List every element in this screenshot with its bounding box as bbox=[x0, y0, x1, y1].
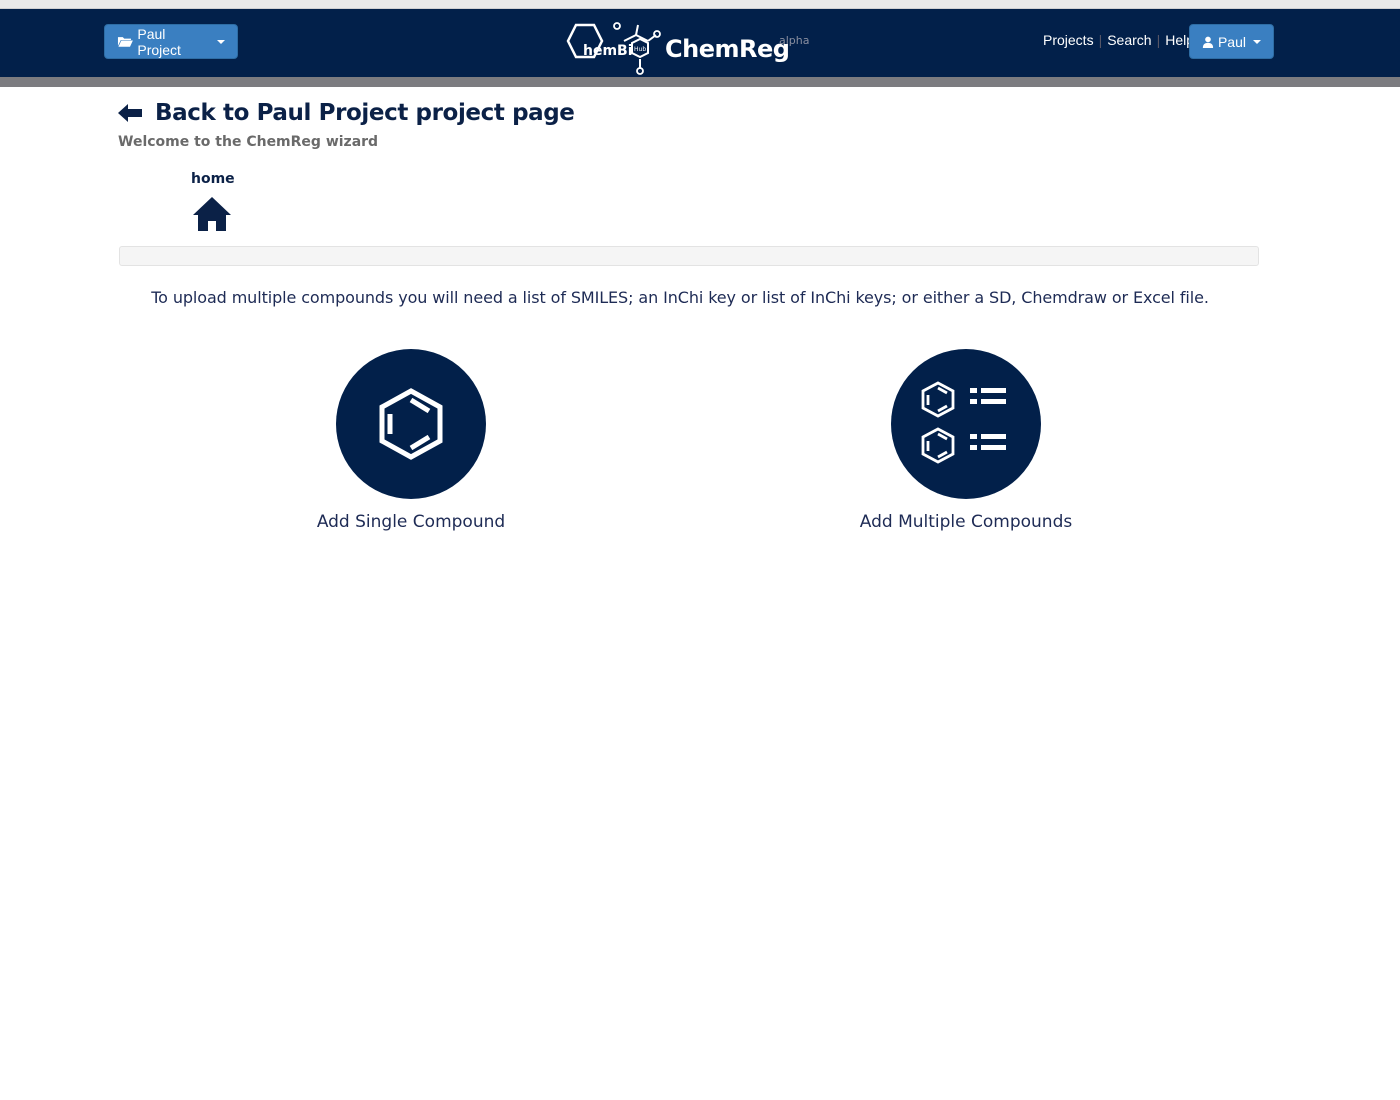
home-icon[interactable] bbox=[192, 196, 232, 232]
browser-tab-strip bbox=[0, 0, 1400, 9]
arrow-left-icon bbox=[118, 104, 142, 122]
top-navbar: Paul Project hemBi Hub ChemReg alpha Pro… bbox=[0, 9, 1400, 77]
add-single-compound-button[interactable] bbox=[336, 349, 486, 499]
logo-text: hemBi bbox=[583, 43, 633, 59]
add-single-compound-option[interactable]: Add Single Compound bbox=[261, 349, 561, 532]
add-multiple-compounds-option[interactable]: Add Multiple Compounds bbox=[816, 349, 1116, 532]
wizard-progress-bar bbox=[119, 246, 1259, 266]
benzene-list-icon bbox=[921, 381, 1006, 464]
folder-open-icon bbox=[117, 37, 133, 47]
nav-separator: | bbox=[1156, 32, 1161, 48]
chembiohub-logo[interactable]: hemBi Hub ChemReg alpha bbox=[566, 21, 826, 77]
welcome-subtitle: Welcome to the ChemReg wizard bbox=[118, 134, 379, 150]
nav-link-search[interactable]: Search bbox=[1107, 32, 1151, 48]
benzene-icon bbox=[379, 388, 443, 460]
brand-tag: alpha bbox=[779, 34, 810, 47]
nav-links: Projects | Search | Help bbox=[1043, 32, 1194, 48]
logo-hexagon-icon: hemBi Hub bbox=[566, 22, 661, 75]
add-single-compound-label: Add Single Compound bbox=[316, 512, 506, 532]
back-link-label: Back to Paul Project project page bbox=[155, 100, 575, 126]
chevron-down-icon bbox=[1253, 39, 1261, 44]
project-dropdown-button[interactable]: Paul Project bbox=[104, 24, 238, 59]
logo-sub-text: Hub bbox=[634, 46, 646, 53]
user-button-label: Paul bbox=[1217, 33, 1246, 50]
chevron-down-icon bbox=[217, 39, 225, 44]
user-icon bbox=[1202, 36, 1214, 48]
nav-link-projects[interactable]: Projects bbox=[1043, 32, 1094, 48]
navbar-shadow bbox=[0, 77, 1400, 87]
add-multiple-compounds-label: Add Multiple Compounds bbox=[859, 512, 1073, 532]
nav-separator: | bbox=[1098, 32, 1103, 48]
add-multiple-compounds-button[interactable] bbox=[891, 349, 1041, 499]
back-link[interactable]: Back to Paul Project project page bbox=[118, 100, 575, 126]
wizard-step-label: home bbox=[191, 171, 235, 187]
user-dropdown-button[interactable]: Paul bbox=[1189, 24, 1274, 59]
project-button-label: Paul Project bbox=[137, 25, 181, 58]
upload-info-text: To upload multiple compounds you will ne… bbox=[151, 288, 1209, 307]
brand-name: ChemReg bbox=[665, 35, 790, 63]
